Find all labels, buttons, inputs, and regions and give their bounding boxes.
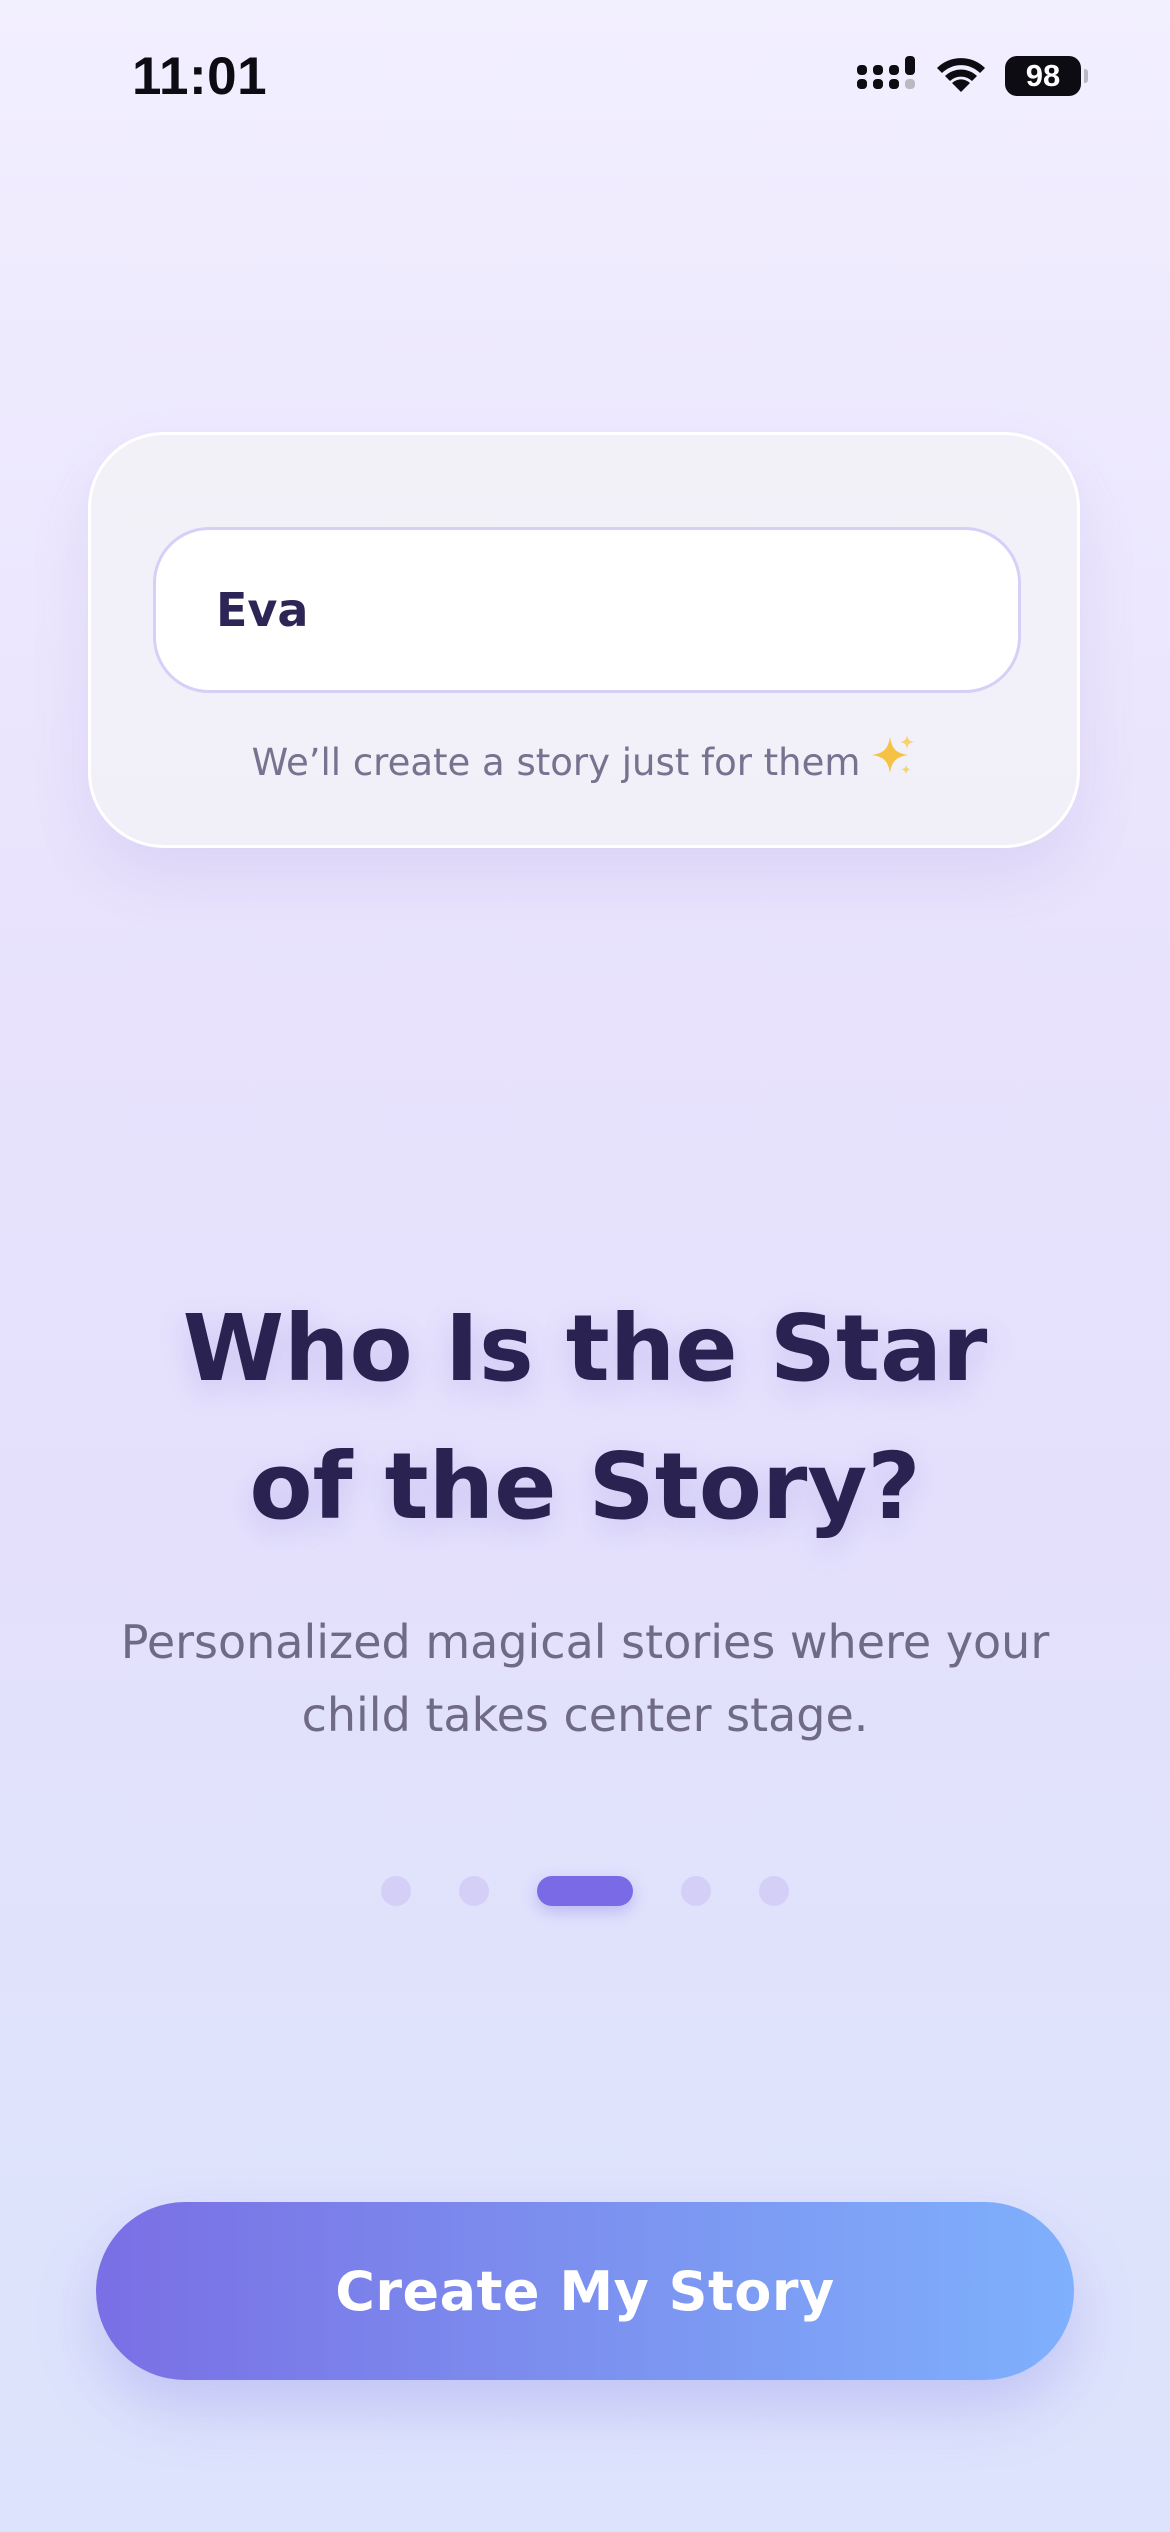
child-name-input[interactable]	[153, 527, 1021, 693]
pagination-dot[interactable]	[681, 1876, 711, 1906]
pagination-dot[interactable]	[381, 1876, 411, 1906]
create-story-button[interactable]: Create My Story	[96, 2202, 1074, 2380]
name-hint-text: We’ll create a story just for them	[251, 741, 861, 784]
signal-icon	[857, 56, 915, 89]
battery-tip	[1084, 69, 1088, 83]
name-card: We’ll create a story just for them	[88, 432, 1080, 848]
wifi-icon	[937, 58, 985, 92]
pagination-dot-active[interactable]	[537, 1876, 633, 1906]
battery-level: 98	[1005, 56, 1081, 96]
page-title: Who Is the Star of the Story?	[182, 1295, 988, 1540]
pagination-dot[interactable]	[459, 1876, 489, 1906]
pagination-dots	[0, 1876, 1170, 1906]
status-icons: 98	[857, 56, 1088, 96]
sparkle-icon	[872, 735, 915, 774]
page-subtitle: Personalized magical stories where your …	[120, 1615, 1050, 1742]
pagination-dot[interactable]	[759, 1876, 789, 1906]
status-bar: 11:01 98	[0, 0, 1170, 150]
battery-icon: 98	[1005, 56, 1088, 96]
name-hint: We’ll create a story just for them	[91, 733, 1077, 784]
status-time: 11:01	[132, 47, 268, 106]
